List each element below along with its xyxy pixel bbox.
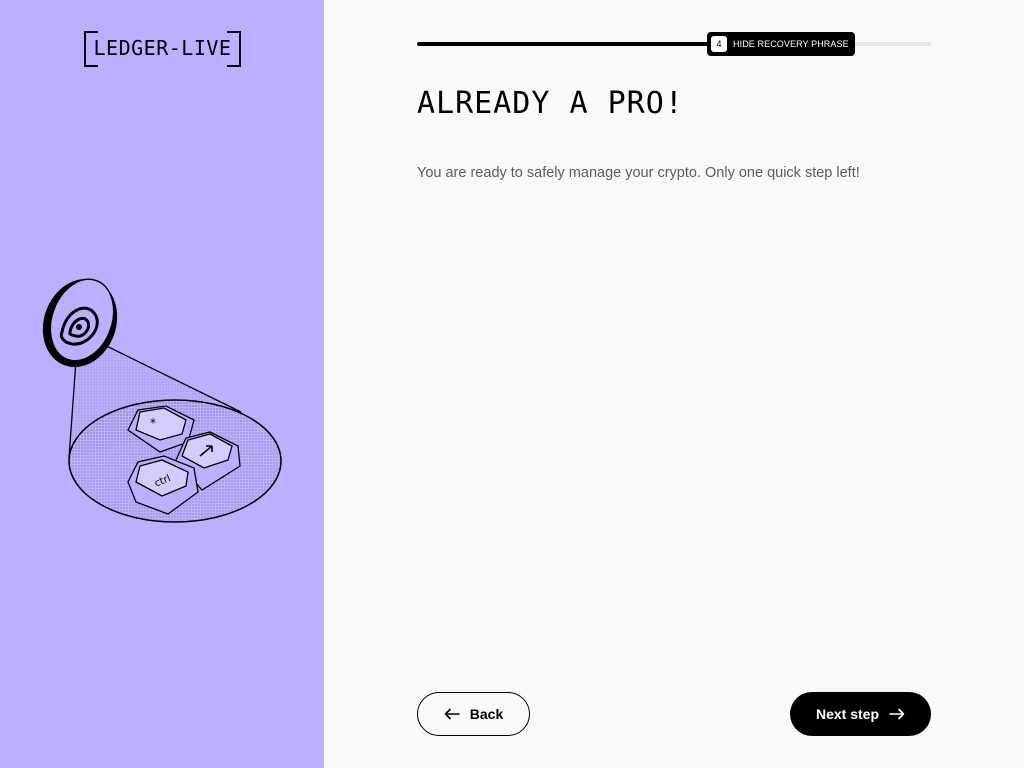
back-button[interactable]: Back xyxy=(417,692,530,736)
step-number: 4 xyxy=(711,36,727,52)
hide-phrase-illustration: * ctrl xyxy=(42,278,282,523)
current-step-badge: 4 HIDE RECOVERY PHRASE xyxy=(707,32,855,56)
next-button-label: Next step xyxy=(815,706,880,722)
page-title: ALREADY A PRO! xyxy=(417,86,684,121)
main-content: 4 HIDE RECOVERY PHRASE ALREADY A PRO! Yo… xyxy=(324,0,1024,768)
arrow-left-icon xyxy=(444,708,460,720)
ledger-live-logo: LEDGER-LIVE xyxy=(84,31,241,67)
arrow-right-icon xyxy=(889,708,905,720)
svg-text:*: * xyxy=(150,416,156,430)
page-subtitle: You are ready to safely manage your cryp… xyxy=(417,165,860,181)
left-panel: LEDGER-LIVE * ctrl xyxy=(0,0,324,768)
onboarding-window: LEDGER-LIVE * ctrl 4 HIDE RECOVERY PHRAS… xyxy=(0,0,1024,768)
back-button-label: Back xyxy=(469,706,504,722)
logo-text: LEDGER-LIVE xyxy=(93,36,232,60)
step-label: HIDE RECOVERY PHRASE xyxy=(733,39,849,49)
next-step-button[interactable]: Next step xyxy=(790,692,931,736)
progress-fill xyxy=(417,42,710,46)
